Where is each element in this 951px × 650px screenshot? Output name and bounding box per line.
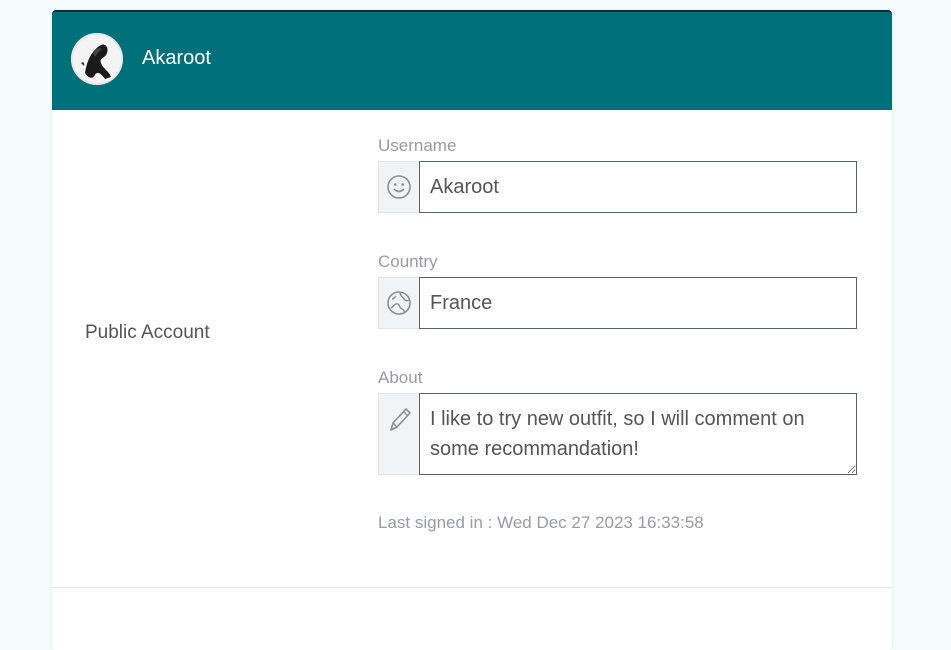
pencil-icon [390, 408, 411, 431]
about-label: About [378, 368, 423, 387]
about-addon [378, 393, 419, 475]
smiley-icon [387, 175, 411, 199]
avatar [71, 33, 123, 85]
profile-card: Akaroot Public Account Username Country [52, 10, 892, 650]
last-signed-in: Last signed in : Wed Dec 27 2023 16:33:5… [378, 513, 704, 532]
username-label: Username [378, 136, 457, 155]
header-username: Akaroot [142, 47, 211, 69]
username-input[interactable] [419, 161, 857, 213]
country-group [378, 277, 857, 329]
country-addon [378, 277, 419, 329]
globe-icon [387, 291, 411, 315]
avatar-image [71, 33, 123, 85]
about-textarea[interactable]: I like to try new outfit, so I will comm… [419, 393, 857, 475]
divider [52, 587, 892, 588]
profile-header: Akaroot [52, 10, 892, 110]
country-input[interactable] [419, 277, 857, 329]
username-group [378, 161, 857, 213]
about-group: I like to try new outfit, so I will comm… [378, 393, 857, 475]
country-label: Country [378, 252, 438, 271]
username-addon [378, 161, 419, 213]
section-label-public-account: Public Account [85, 322, 210, 343]
